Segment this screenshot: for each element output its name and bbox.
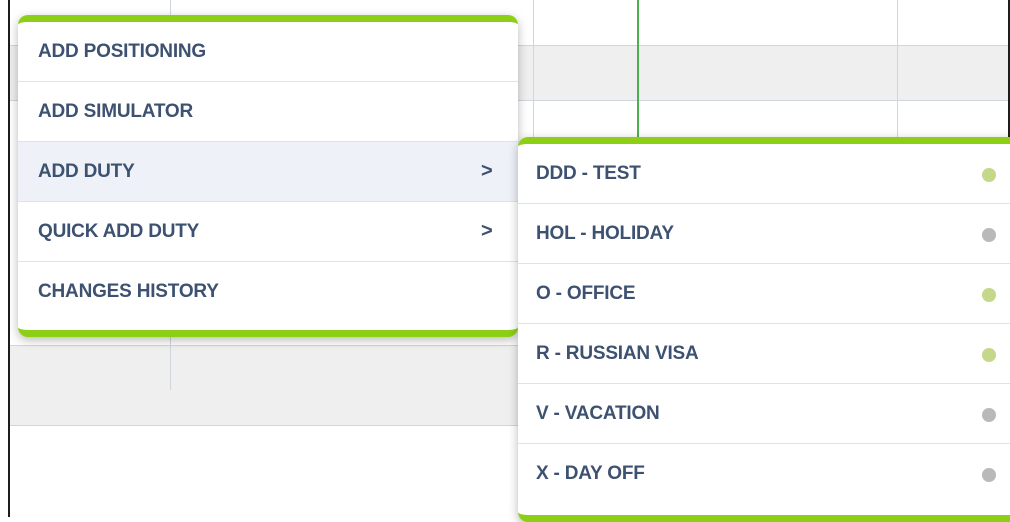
menu-item-label: ADD SIMULATOR [38,100,194,122]
submenu-item-v-vacation[interactable]: V - VACATION [518,384,1010,444]
grid-column-divider [533,0,534,140]
submenu-item-label: X - DAY OFF [536,463,645,484]
submenu-item-hol-holiday[interactable]: HOL - HOLIDAY [518,204,1010,264]
status-dot-icon [982,468,996,482]
chevron-right-icon: > [481,220,493,242]
submenu-item-label: R - RUSSIAN VISA [536,342,699,364]
status-dot-icon [982,348,996,362]
duty-submenu: DDD - TEST HOL - HOLIDAY O - OFFICE R - … [518,137,1010,522]
submenu-item-ddd-test[interactable]: DDD - TEST [518,144,1010,204]
menu-item-changes-history[interactable]: CHANGES HISTORY [18,262,518,322]
chevron-right-icon: > [481,160,493,182]
menu-item-label: ADD POSITIONING [38,40,207,62]
menu-item-add-positioning[interactable]: ADD POSITIONING [18,22,518,82]
current-time-line [637,0,639,140]
status-dot-icon [982,168,996,182]
menu-item-add-duty[interactable]: ADD DUTY > [18,142,518,202]
submenu-item-o-office[interactable]: O - OFFICE [518,264,1010,324]
menu-item-quick-add-duty[interactable]: QUICK ADD DUTY > [18,202,518,262]
menu-item-label: CHANGES HISTORY [38,281,219,302]
submenu-item-label: O - OFFICE [536,282,636,304]
status-dot-icon [982,408,996,422]
submenu-item-label: V - VACATION [536,402,660,424]
context-menu: ADD POSITIONING ADD SIMULATOR ADD DUTY >… [18,15,518,337]
submenu-item-label: DDD - TEST [536,162,641,184]
submenu-item-label: HOL - HOLIDAY [536,222,674,244]
submenu-item-r-russian-visa[interactable]: R - RUSSIAN VISA [518,324,1010,384]
status-dot-icon [982,228,996,242]
grid-column-divider [897,0,898,140]
menu-item-add-simulator[interactable]: ADD SIMULATOR [18,82,518,142]
menu-item-label: QUICK ADD DUTY [38,220,200,242]
submenu-item-x-day-off[interactable]: X - DAY OFF [518,444,1010,504]
menu-item-label: ADD DUTY [38,160,135,182]
status-dot-icon [982,288,996,302]
